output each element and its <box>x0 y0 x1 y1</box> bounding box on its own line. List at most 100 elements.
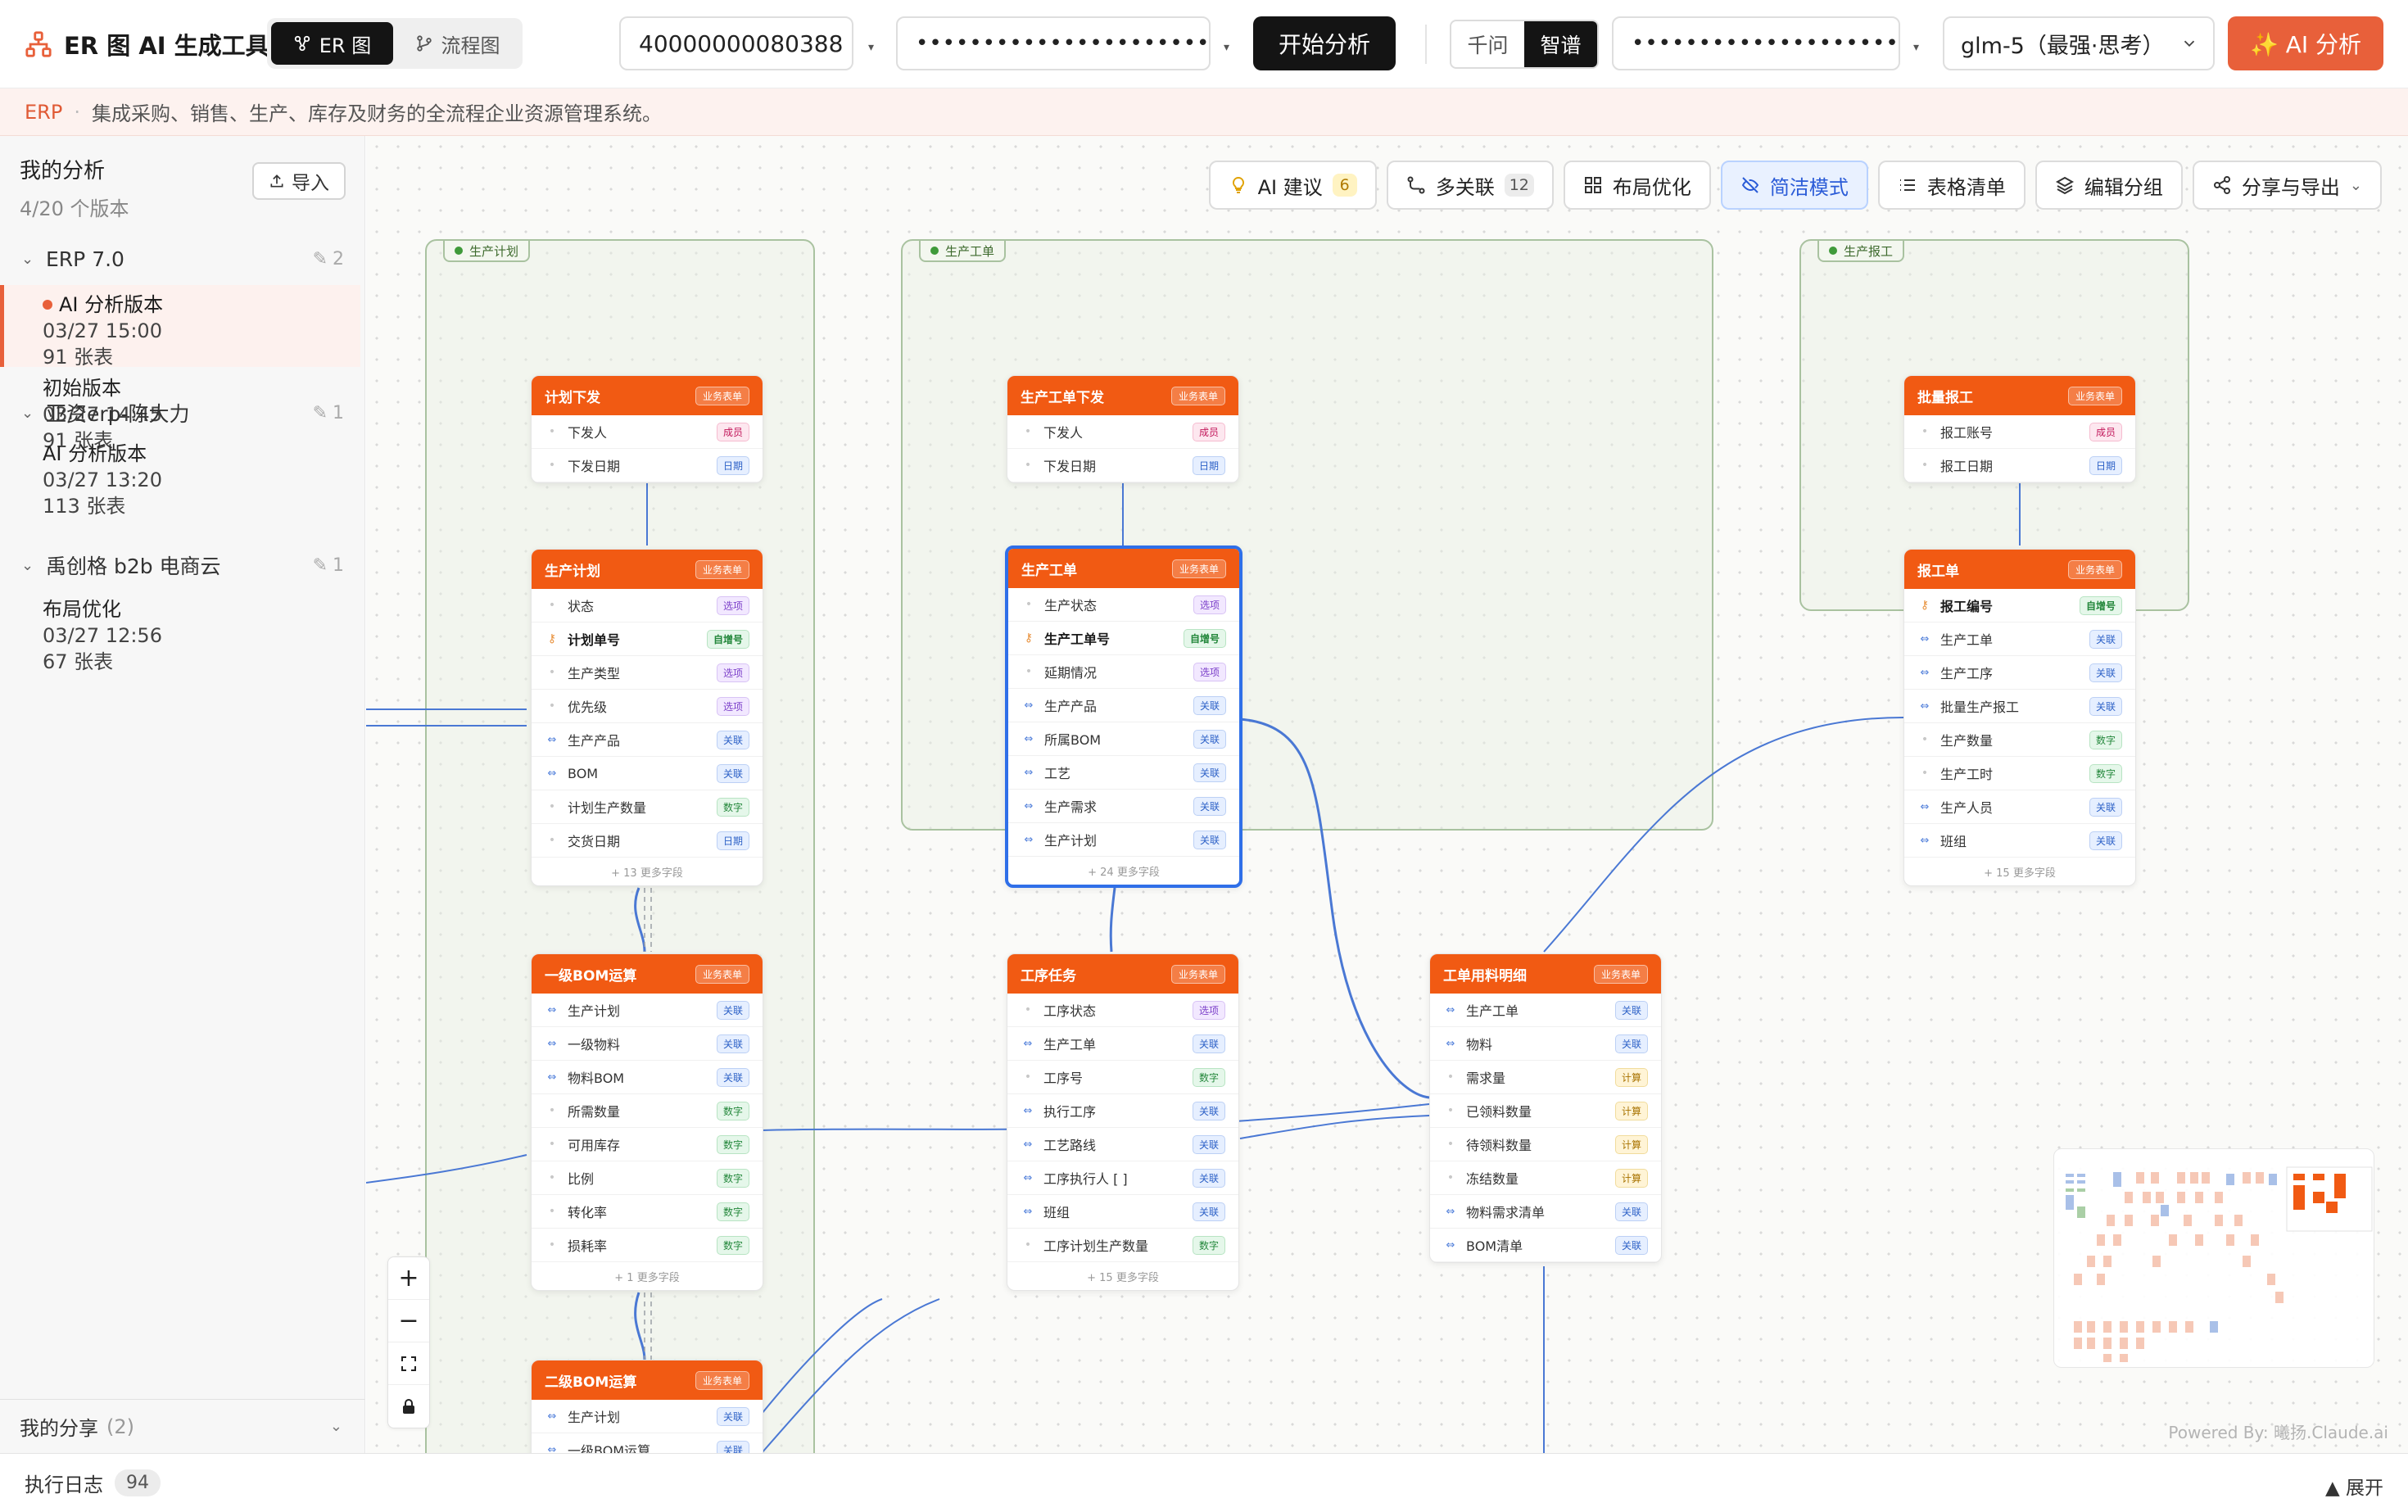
table-field[interactable]: ⇔ 班组 关联 <box>1007 1195 1238 1229</box>
table-field[interactable]: ⇔ 工艺 关联 <box>1008 756 1239 790</box>
table-field[interactable]: ⇔ 班组 关联 <box>1904 824 2135 858</box>
table-field[interactable]: ⇔ 生产工序 关联 <box>1904 656 2135 690</box>
table-field[interactable]: ⇔ 工艺路线 关联 <box>1007 1128 1238 1161</box>
zoom-in-button[interactable]: + <box>388 1257 429 1300</box>
expand-log-button[interactable]: ▲ 展开 <box>2325 1472 2383 1500</box>
table-field[interactable]: • 待领料数量 计算 <box>1430 1128 1661 1161</box>
table-field[interactable]: ⇔ 物料需求清单 关联 <box>1430 1195 1661 1229</box>
ai-analyze-button[interactable]: ✨ AI 分析 <box>2228 16 2383 70</box>
table-field[interactable]: ⇔ 生产人员 关联 <box>1904 790 2135 824</box>
more-fields-link[interactable]: + 1 更多字段 <box>532 1262 763 1290</box>
my-shares-toggle[interactable]: 我的分享 (2) ⌄ <box>0 1399 365 1453</box>
table-field[interactable]: ⇔ 执行工序 关联 <box>1007 1094 1238 1128</box>
table-field[interactable]: • 延期情况 选项 <box>1008 655 1239 689</box>
table-field[interactable]: ⇔ 工序执行人 [ ] 关联 <box>1007 1161 1238 1195</box>
model-select[interactable]: glm-5（最强·思考） <box>1943 16 2215 70</box>
er-table[interactable]: 二级BOM运算 业务表单 ⇔ 生产计划 关联 ⇔ 一级BOM运算 关联 <box>531 1360 763 1453</box>
er-table[interactable]: 生产计划 业务表单 • 状态 选项 ⚷ 计划单号 自增号 • 生产类型 选项 • 优先级 选项 ⇔… <box>531 549 763 886</box>
import-button[interactable]: 导入 <box>252 162 346 200</box>
layout-optimize-button[interactable]: 布局优化 <box>1563 161 1711 210</box>
er-table[interactable]: 生产工单下发 业务表单 • 下发人 成员 • 下发日期 日期 <box>1007 375 1239 483</box>
table-field[interactable]: • 生产数量 数字 <box>1904 723 2135 757</box>
table-field[interactable]: • 优先级 选项 <box>532 690 763 723</box>
table-field[interactable]: • 比例 数字 <box>532 1161 763 1195</box>
table-field[interactable]: • 冻结数量 计算 <box>1430 1161 1661 1195</box>
more-fields-link[interactable]: + 13 更多字段 <box>532 858 763 885</box>
app-id-input[interactable]: 40000000080388 <box>619 16 853 70</box>
table-field[interactable]: • 生产工时 数字 <box>1904 757 2135 790</box>
start-analysis-button[interactable]: 开始分析 <box>1253 16 1396 70</box>
er-table-selected[interactable]: 生产工单 业务表单 • 生产状态 选项 ⚷ 生产工单号 自增号 • 延期情况 选项 ⇔ 生产产品… <box>1005 545 1242 888</box>
more-fields-link[interactable]: + 15 更多字段 <box>1904 858 2135 885</box>
api-key-dropdown-icon[interactable]: ▾ <box>1913 41 1919 54</box>
more-fields-link[interactable]: + 24 更多字段 <box>1008 857 1239 885</box>
table-field[interactable]: • 生产类型 选项 <box>532 656 763 690</box>
version-item[interactable]: AI 分析版本 03/27 13:20 113 张表 <box>0 432 360 519</box>
table-field[interactable]: • 报工账号 成员 <box>1904 415 2135 449</box>
table-field[interactable]: ⇔ 一级BOM运算 关联 <box>532 1433 763 1453</box>
er-table[interactable]: 计划下发 业务表单 • 下发人 成员 • 下发日期 日期 <box>531 375 763 483</box>
zoom-out-button[interactable]: − <box>388 1300 429 1342</box>
table-field[interactable]: ⇔ 生产工单 关联 <box>1904 622 2135 656</box>
lock-button[interactable] <box>388 1385 429 1428</box>
table-field[interactable]: • 报工日期 日期 <box>1904 449 2135 482</box>
table-field[interactable]: ⇔ BOM清单 关联 <box>1430 1229 1661 1262</box>
minimap[interactable] <box>2053 1148 2374 1368</box>
er-table[interactable]: 工单用料明细 业务表单 ⇔ 生产工单 关联 ⇔ 物料 关联 • 需求量 计算 • 已领料数量 计算… <box>1429 953 1662 1263</box>
table-field[interactable]: • 工序号 数字 <box>1007 1061 1238 1094</box>
edit-groups-button[interactable]: 编辑分组 <box>2035 161 2183 210</box>
table-field[interactable]: • 所需数量 数字 <box>532 1094 763 1128</box>
table-field[interactable]: ⇔ 生产产品 关联 <box>532 723 763 757</box>
er-table[interactable]: 报工单 业务表单 ⚷ 报工编号 自增号 ⇔ 生产工单 关联 ⇔ 生产工序 关联 ⇔ 批量生产报工… <box>1903 549 2136 886</box>
table-list-button[interactable]: 表格清单 <box>1877 161 2026 210</box>
token-input[interactable]: •••••••••••••••••••••••••• <box>896 16 1211 70</box>
table-field[interactable]: • 转化率 数字 <box>532 1195 763 1229</box>
table-field[interactable]: ⇔ 批量生产报工 关联 <box>1904 690 2135 723</box>
tab-flow[interactable]: 流程图 <box>396 22 518 65</box>
table-field[interactable]: ⚷ 报工编号 自增号 <box>1904 589 2135 622</box>
table-field[interactable]: • 下发人 成员 <box>1007 415 1238 449</box>
er-table[interactable]: 批量报工 业务表单 • 报工账号 成员 • 报工日期 日期 <box>1903 375 2136 483</box>
project-group[interactable]: ⌄ ERP 7.0 ✎ 2 <box>0 242 365 275</box>
table-field[interactable]: ⇔ 物料BOM 关联 <box>532 1061 763 1094</box>
project-group[interactable]: ⌄ 禹创格 b2b 电商云 ✎ 1 <box>0 549 365 582</box>
table-field[interactable]: ⇔ 生产计划 关联 <box>1008 823 1239 857</box>
table-field[interactable]: ⇔ 一级物料 关联 <box>532 1027 763 1061</box>
table-field[interactable]: • 下发日期 日期 <box>1007 449 1238 482</box>
table-field[interactable]: • 可用库存 数字 <box>532 1128 763 1161</box>
table-field[interactable]: ⇔ 生产产品 关联 <box>1008 689 1239 722</box>
table-field[interactable]: • 已领料数量 计算 <box>1430 1094 1661 1128</box>
tab-er[interactable]: ER 图 <box>271 22 393 65</box>
table-field[interactable]: • 下发日期 日期 <box>532 449 763 482</box>
table-field[interactable]: ⇔ 生产工单 关联 <box>1430 994 1661 1027</box>
multi-link-button[interactable]: 多关联 12 <box>1386 161 1554 210</box>
app-id-dropdown-icon[interactable]: ▾ <box>868 41 874 54</box>
table-field[interactable]: ⇔ 生产工单 关联 <box>1007 1027 1238 1061</box>
ai-suggestions-button[interactable]: AI 建议 6 <box>1208 161 1377 210</box>
compact-mode-toggle[interactable]: 简洁模式 <box>1720 161 1868 210</box>
table-field[interactable]: ⇔ 所属BOM 关联 <box>1008 722 1239 756</box>
table-field[interactable]: • 计划生产数量 数字 <box>532 790 763 824</box>
er-table[interactable]: 工序任务 业务表单 • 工序状态 选项 ⇔ 生产工单 关联 • 工序号 数字 ⇔ 执行工序 关联 … <box>1007 953 1239 1291</box>
table-field[interactable]: ⚷ 计划单号 自增号 <box>532 622 763 656</box>
provider-zhipu[interactable]: 智谱 <box>1524 21 1597 67</box>
er-canvas[interactable]: 生产计划 生产工单 生产报工 计划下发 业务表单 • 下发人 成员 • 下发日期 日期 <box>366 136 2408 1453</box>
table-field[interactable]: • 需求量 计算 <box>1430 1061 1661 1094</box>
token-dropdown-icon[interactable]: ▾ <box>1224 41 1229 54</box>
fit-view-button[interactable] <box>388 1342 429 1385</box>
table-field[interactable]: • 工序状态 选项 <box>1007 994 1238 1027</box>
api-key-input[interactable]: •••••••••••••••••••••••• <box>1612 16 1900 70</box>
table-field[interactable]: • 生产状态 选项 <box>1008 588 1239 622</box>
table-field[interactable]: ⇔ 物料 关联 <box>1430 1027 1661 1061</box>
version-item[interactable]: 布局优化 03/27 12:56 67 张表 <box>0 585 360 675</box>
table-field[interactable]: ⇔ 生产计划 关联 <box>532 994 763 1027</box>
table-field[interactable]: • 工序计划生产数量 数字 <box>1007 1229 1238 1262</box>
table-field[interactable]: • 损耗率 数字 <box>532 1229 763 1262</box>
table-field[interactable]: ⇔ BOM 关联 <box>532 757 763 790</box>
share-export-button[interactable]: 分享与导出 ⌄ <box>2192 161 2382 210</box>
project-group[interactable]: ⌄ 亚资erp-陈大力 ✎ 1 <box>0 396 365 429</box>
er-table[interactable]: 一级BOM运算 业务表单 ⇔ 生产计划 关联 ⇔ 一级物料 关联 ⇔ 物料BOM 关联 • 所需… <box>531 953 763 1291</box>
table-field[interactable]: • 下发人 成员 <box>532 415 763 449</box>
table-field[interactable]: ⇔ 生产计划 关联 <box>532 1400 763 1433</box>
table-field[interactable]: • 交货日期 日期 <box>532 824 763 858</box>
